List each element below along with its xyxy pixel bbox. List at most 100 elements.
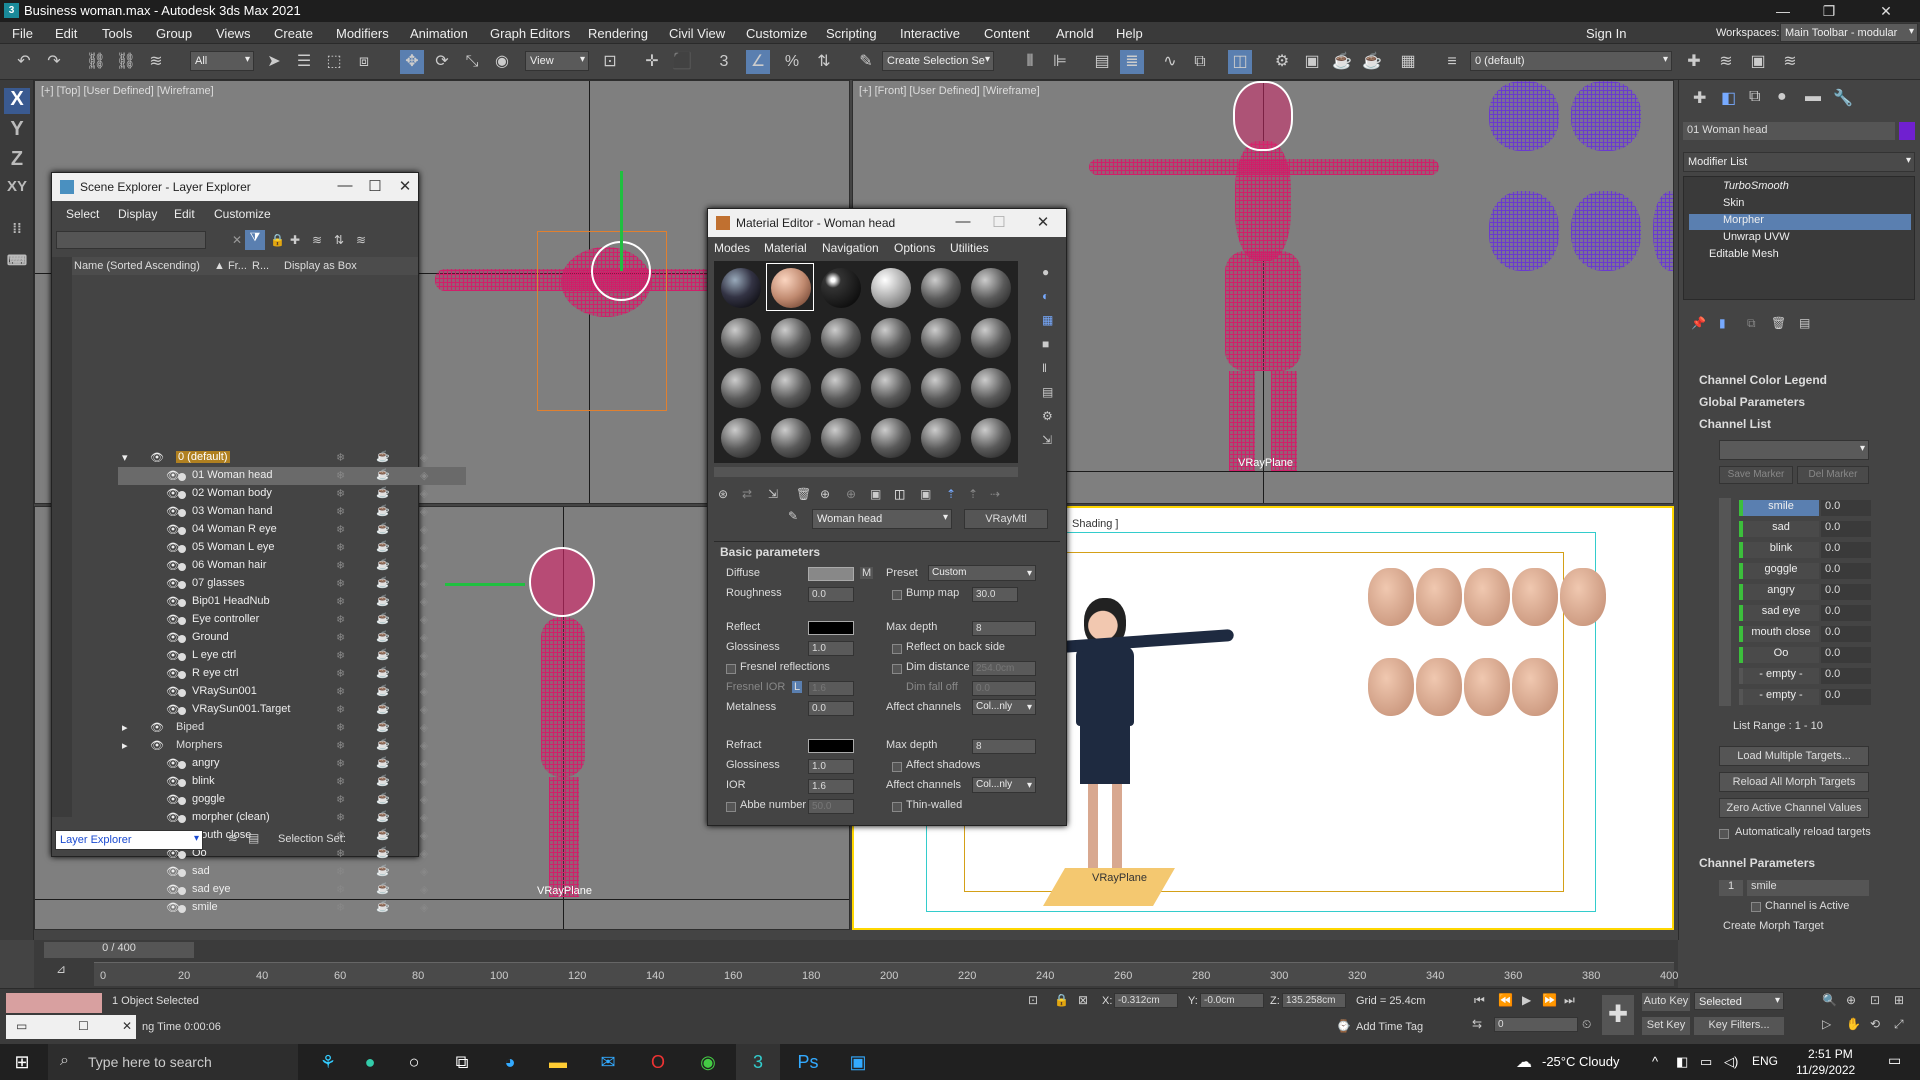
renderable-icon[interactable]: ☕ [376,468,390,481]
morph-target-head-4[interactable] [1571,191,1641,271]
time-tag-icon[interactable]: ⌚ [1336,1019,1351,1033]
put-to-scene-icon[interactable]: ⇄ [742,487,752,501]
current-frame-field[interactable]: 0 [1494,1017,1578,1032]
gizmo-y-axis[interactable] [620,171,623,271]
se-row[interactable]: 👁 R eye ctrl ❄ ☕ ◈ [118,665,466,683]
se-row[interactable]: 👁 angry ❄ ☕ ◈ [118,755,466,773]
display-as-box-icon[interactable]: ◈ [420,559,428,572]
basic-parameters-rollout[interactable]: Basic parameters [720,545,820,559]
sample-slot-10[interactable] [866,313,914,361]
renderable-icon[interactable]: ☕ [376,630,390,643]
sample-slot-15[interactable] [816,363,864,411]
renderable-icon[interactable]: ☕ [376,828,390,841]
morph-channel-value[interactable]: 0.0 [1821,605,1871,621]
select-by-material-icon[interactable]: ⇲ [1042,433,1052,447]
modifier-turbosmooth[interactable]: TurboSmooth [1689,180,1911,196]
morph-target-head-3[interactable] [1489,191,1559,271]
modifier-list-dropdown[interactable]: Modifier List [1683,152,1915,172]
motion-tab-icon[interactable]: ● [1777,88,1787,106]
affect-shadows-checkbox[interactable] [892,762,902,772]
morph-face-render-8[interactable] [1464,658,1510,716]
mini-listener-maximize-button[interactable]: ☐ [78,1019,89,1033]
y-coordinate-field[interactable]: -0.0cm [1200,993,1264,1008]
channel-name-field[interactable]: smile [1747,880,1869,896]
rollout-channel-parameters[interactable]: Channel Parameters [1699,856,1815,870]
renderable-icon[interactable]: ☕ [376,756,390,769]
select-and-rotate-icon[interactable]: ⟳ [430,50,454,74]
me-close-button[interactable]: ✕ [1030,213,1056,231]
axis-y-button[interactable]: Y [4,118,30,144]
sample-uv-tiling-icon[interactable]: ■ [1042,337,1049,351]
menu-edit[interactable]: Edit [55,26,77,41]
morph-target-head-5[interactable] [1653,191,1673,271]
display-as-box-icon[interactable]: ◈ [420,793,428,806]
me-menu-material[interactable]: Material [764,241,807,255]
se-row[interactable]: 👁 ▸ Morphers ❄ ☕ ◈ [118,737,466,755]
se-menu-customize[interactable]: Customize [214,207,271,221]
selection-filter-dropdown[interactable]: All [190,51,254,71]
menu-civil-view[interactable]: Civil View [669,26,725,41]
network-icon[interactable]: ▭ [1700,1054,1712,1070]
menu-group[interactable]: Group [156,26,192,41]
material-options-icon[interactable]: ⚙ [1042,409,1053,423]
rollout-global-parameters[interactable]: Global Parameters [1699,395,1805,409]
viewport-front-label[interactable]: [+] [Front] [User Defined] [Wireframe] [859,85,1040,97]
display-as-box-icon[interactable]: ◈ [420,811,428,824]
morph-channel-button[interactable]: blink [1739,542,1819,558]
refract-glossiness-spinner[interactable]: 1.0 [808,759,854,774]
x-coordinate-field[interactable]: -0.312cm [1114,993,1178,1008]
sample-slot-8[interactable] [766,313,814,361]
key-target-dropdown[interactable]: Selected [1694,992,1784,1010]
sample-slot-13[interactable] [716,363,764,411]
curve-editor-toggle-icon[interactable]: ⊿ [56,962,66,976]
freeze-icon[interactable]: ❄ [336,775,345,788]
se-sort-icon[interactable]: ⇅ [334,233,344,247]
file-explorer-icon[interactable]: ▬ [536,1044,580,1080]
pivot-center-icon[interactable]: ⊡ [598,50,622,74]
scene-explorer-minimize-button[interactable]: — [332,177,358,194]
display-as-box-icon[interactable]: ◈ [420,739,428,752]
renderable-icon[interactable]: ☕ [376,702,390,715]
sample-slot-19[interactable] [716,413,764,461]
display-as-box-icon[interactable]: ◈ [420,829,428,842]
select-and-scale-icon[interactable]: ⤡ [460,50,484,74]
display-as-box-icon[interactable]: ◈ [420,649,428,662]
sample-slot-9[interactable] [816,313,864,361]
renderable-icon[interactable]: ☕ [376,882,390,895]
woman-leg-left-wireframe[interactable] [1229,371,1255,471]
display-as-box-icon[interactable]: ◈ [420,451,428,464]
affect-channels-dropdown[interactable]: Col...nly [972,699,1036,715]
display-as-box-icon[interactable]: ◈ [420,865,428,878]
woman-body-side-wireframe[interactable] [541,617,585,777]
morph-channel-value[interactable]: 0.0 [1821,563,1871,579]
mirror-icon[interactable]: ⫴ [1018,50,1042,74]
vray-frame-buffer-icon[interactable]: ▣ [1746,50,1770,74]
display-as-box-icon[interactable]: ◈ [420,757,428,770]
se-row[interactable]: 👁 smile ❄ ☕ ◈ [118,899,466,917]
freeze-icon[interactable]: ❄ [336,901,345,914]
make-preview-icon[interactable]: ▤ [1042,385,1053,399]
sample-slot-7[interactable] [716,313,764,361]
orbit-icon[interactable]: ⟲ [1870,1017,1880,1031]
me-minimize-button[interactable]: — [950,213,976,230]
se-row[interactable]: 👁 blink ❄ ☕ ◈ [118,773,466,791]
video-color-check-icon[interactable]: ‖ [1042,361,1047,375]
se-col-frozen[interactable]: ▲ Fr... [214,260,247,272]
fresnel-ior-spinner[interactable]: 1.6 [808,681,854,696]
go-forward-sibling-icon[interactable]: ⇢ [990,487,1000,501]
renderable-icon[interactable]: ☕ [376,666,390,679]
sample-slot-20[interactable] [766,413,814,461]
menu-arnold[interactable]: Arnold [1056,26,1094,41]
reflect-glossiness-spinner[interactable]: 1.0 [808,641,854,656]
image-viewer-icon[interactable]: ▣ [836,1044,880,1080]
workspace-dropdown[interactable]: Main Toolbar - modular [1780,23,1918,42]
thin-walled-checkbox[interactable] [892,802,902,812]
key-mode-icon[interactable]: ⇆ [1472,1017,1482,1031]
display-as-box-icon[interactable]: ◈ [420,847,428,860]
sample-slot-21[interactable] [816,413,864,461]
modify-tab-icon[interactable]: ◧ [1721,88,1736,108]
sample-slot-16[interactable] [866,363,914,411]
me-menu-modes[interactable]: Modes [714,241,750,255]
select-object-icon[interactable]: ➤ [262,50,286,74]
axis-z-button[interactable]: Z [4,148,30,174]
